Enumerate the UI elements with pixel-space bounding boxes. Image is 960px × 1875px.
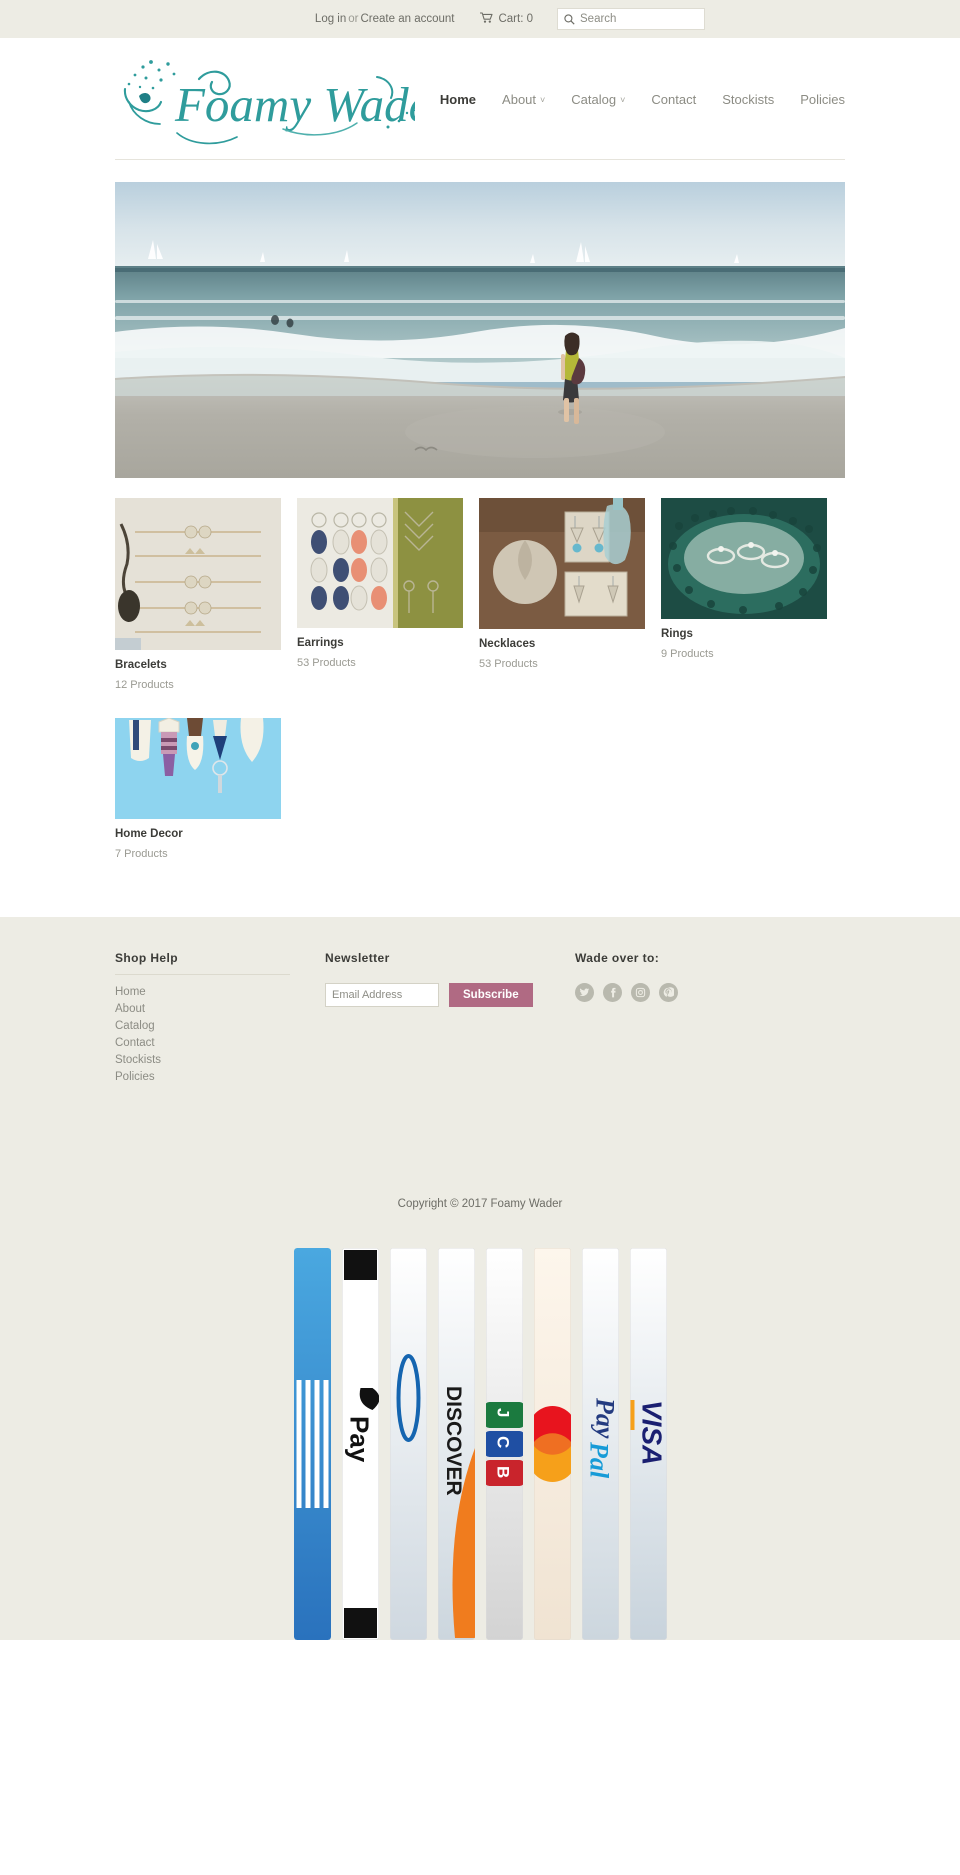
hero-beach-image xyxy=(115,182,845,478)
collection-thumb-bracelets xyxy=(115,498,281,650)
hero-banner[interactable] xyxy=(115,182,845,478)
header-inner: Foamy Wader Home About ˅ xyxy=(115,38,845,160)
collection-card-earrings[interactable]: Earrings 53 Products xyxy=(297,498,479,692)
svg-text:Pay: Pay xyxy=(344,1416,374,1463)
newsletter-subscribe-button[interactable]: Subscribe xyxy=(449,982,533,1007)
search-icon xyxy=(564,13,575,25)
nav-label-catalog: Catalog xyxy=(571,92,617,107)
account-links: Log in or Create an account xyxy=(315,13,455,25)
nav-item-about[interactable]: About ˅ xyxy=(502,92,545,107)
collection-grid: Bracelets 12 Products Earrings 53 Produc… xyxy=(115,498,845,887)
twitter-icon[interactable] xyxy=(575,982,594,1002)
footer-shop-help: Shop Help Home About Catalog Contact Sto… xyxy=(115,951,325,1086)
svg-text:Pay: Pay xyxy=(590,1397,619,1439)
newsletter-form: Subscribe xyxy=(325,982,545,1007)
search-input[interactable] xyxy=(580,13,698,25)
footer-link-contact[interactable]: Contact xyxy=(115,1035,290,1052)
collection-count: 53 Products xyxy=(479,657,538,670)
shopping-cart-icon xyxy=(480,12,494,26)
search-box[interactable] xyxy=(557,8,705,30)
nav-item-home[interactable]: Home xyxy=(440,92,476,107)
facebook-icon[interactable] xyxy=(603,982,622,1002)
nav-item-contact[interactable]: Contact xyxy=(651,92,696,107)
collection-count: 12 Products xyxy=(115,678,174,691)
main-navigation: Home About ˅ Catalog ˅ Contact Stockists xyxy=(440,92,845,109)
collection-thumb-rings xyxy=(661,498,827,619)
instagram-icon[interactable] xyxy=(631,982,650,1002)
footer-link-policies[interactable]: Policies xyxy=(115,1069,290,1086)
footer-columns: Shop Help Home About Catalog Contact Sto… xyxy=(115,951,845,1086)
footer-newsletter: Newsletter Subscribe xyxy=(325,951,575,1086)
collection-title: Necklaces xyxy=(479,638,536,650)
footer-heading-newsletter: Newsletter xyxy=(325,950,390,965)
account-links-separator: or xyxy=(348,13,359,25)
footer-heading-social: Wade over to: xyxy=(575,950,660,965)
nav-label-policies: Policies xyxy=(800,92,845,107)
payment-icons: Pay DISCOVER J C B Pay Pal VISA xyxy=(0,1240,960,1640)
foamy-wader-logo-icon: Foamy Wader xyxy=(123,59,415,144)
collection-thumb-necklaces xyxy=(479,498,645,629)
utility-bar: Log in or Create an account Cart: 0 xyxy=(0,0,960,38)
collection-count: 53 Products xyxy=(297,656,356,669)
collection-title: Earrings xyxy=(297,637,344,649)
discover-icon: DISCOVER xyxy=(437,1247,475,1640)
collection-card-necklaces[interactable]: Necklaces 53 Products xyxy=(479,498,661,692)
newsletter-email-input[interactable] xyxy=(325,982,439,1007)
nav-label-home: Home xyxy=(439,92,477,107)
diners-club-icon xyxy=(389,1247,427,1640)
footer-social: Wade over to: xyxy=(575,951,810,1086)
nav-label-contact: Contact xyxy=(651,92,697,107)
nav-item-catalog[interactable]: Catalog ˅ xyxy=(571,92,625,107)
nav-label-about: About xyxy=(502,92,537,107)
login-link[interactable]: Log in xyxy=(315,13,346,25)
svg-text:B: B xyxy=(493,1466,512,1478)
nav-item-stockists[interactable]: Stockists xyxy=(722,92,774,107)
american-express-icon xyxy=(293,1247,331,1640)
svg-text:VISA: VISA xyxy=(636,1400,667,1465)
collection-count: 9 Products xyxy=(661,647,714,660)
footer-link-catalog[interactable]: Catalog xyxy=(115,1018,290,1035)
chevron-down-icon: ˅ xyxy=(540,95,546,105)
collection-thumb-home-decor xyxy=(115,717,281,819)
jcb-icon: J C B xyxy=(485,1247,523,1640)
svg-text:DISCOVER: DISCOVER xyxy=(442,1386,465,1496)
site-logo[interactable]: Foamy Wader xyxy=(115,53,415,149)
create-account-link[interactable]: Create an account xyxy=(361,13,455,25)
cart-link[interactable]: Cart: 0 xyxy=(480,12,533,26)
site-header: Foamy Wader Home About ˅ xyxy=(115,38,845,160)
social-links xyxy=(575,982,810,1002)
collection-title: Rings xyxy=(661,628,693,640)
svg-text:Pal: Pal xyxy=(584,1441,613,1479)
collection-card-bracelets[interactable]: Bracelets 12 Products xyxy=(115,498,297,692)
footer-link-home[interactable]: Home xyxy=(115,984,290,1001)
apple-pay-icon: Pay xyxy=(341,1247,379,1640)
collection-title: Bracelets xyxy=(115,659,167,671)
footer-heading-shop-help: Shop Help xyxy=(115,951,290,975)
svg-text:C: C xyxy=(493,1436,512,1448)
collection-title: Home Decor xyxy=(115,827,183,840)
site-footer: Shop Help Home About Catalog Contact Sto… xyxy=(0,916,960,1640)
collection-thumb-earrings xyxy=(297,498,463,628)
collection-count: 7 Products xyxy=(115,847,168,860)
footer-link-stockists[interactable]: Stockists xyxy=(115,1052,290,1069)
chevron-down-icon: ˅ xyxy=(620,95,626,105)
page-wrapper: Foamy Wader Home About ˅ xyxy=(0,38,960,887)
copyright-text: Copyright © 2017 Foamy Wader xyxy=(397,1197,563,1210)
svg-text:J: J xyxy=(493,1408,512,1417)
pinterest-icon[interactable] xyxy=(659,982,678,1002)
collection-card-home-decor[interactable]: Home Decor 7 Products xyxy=(115,717,297,861)
visa-icon: VISA xyxy=(629,1247,667,1640)
nav-item-policies[interactable]: Policies xyxy=(800,92,845,107)
master-icon xyxy=(533,1247,571,1640)
paypal-icon: Pay Pal xyxy=(581,1247,619,1640)
nav-label-stockists: Stockists xyxy=(722,92,775,107)
footer-link-about[interactable]: About xyxy=(115,1001,290,1018)
cart-count-label: Cart: 0 xyxy=(498,13,533,25)
collection-card-rings[interactable]: Rings 9 Products xyxy=(661,498,843,692)
